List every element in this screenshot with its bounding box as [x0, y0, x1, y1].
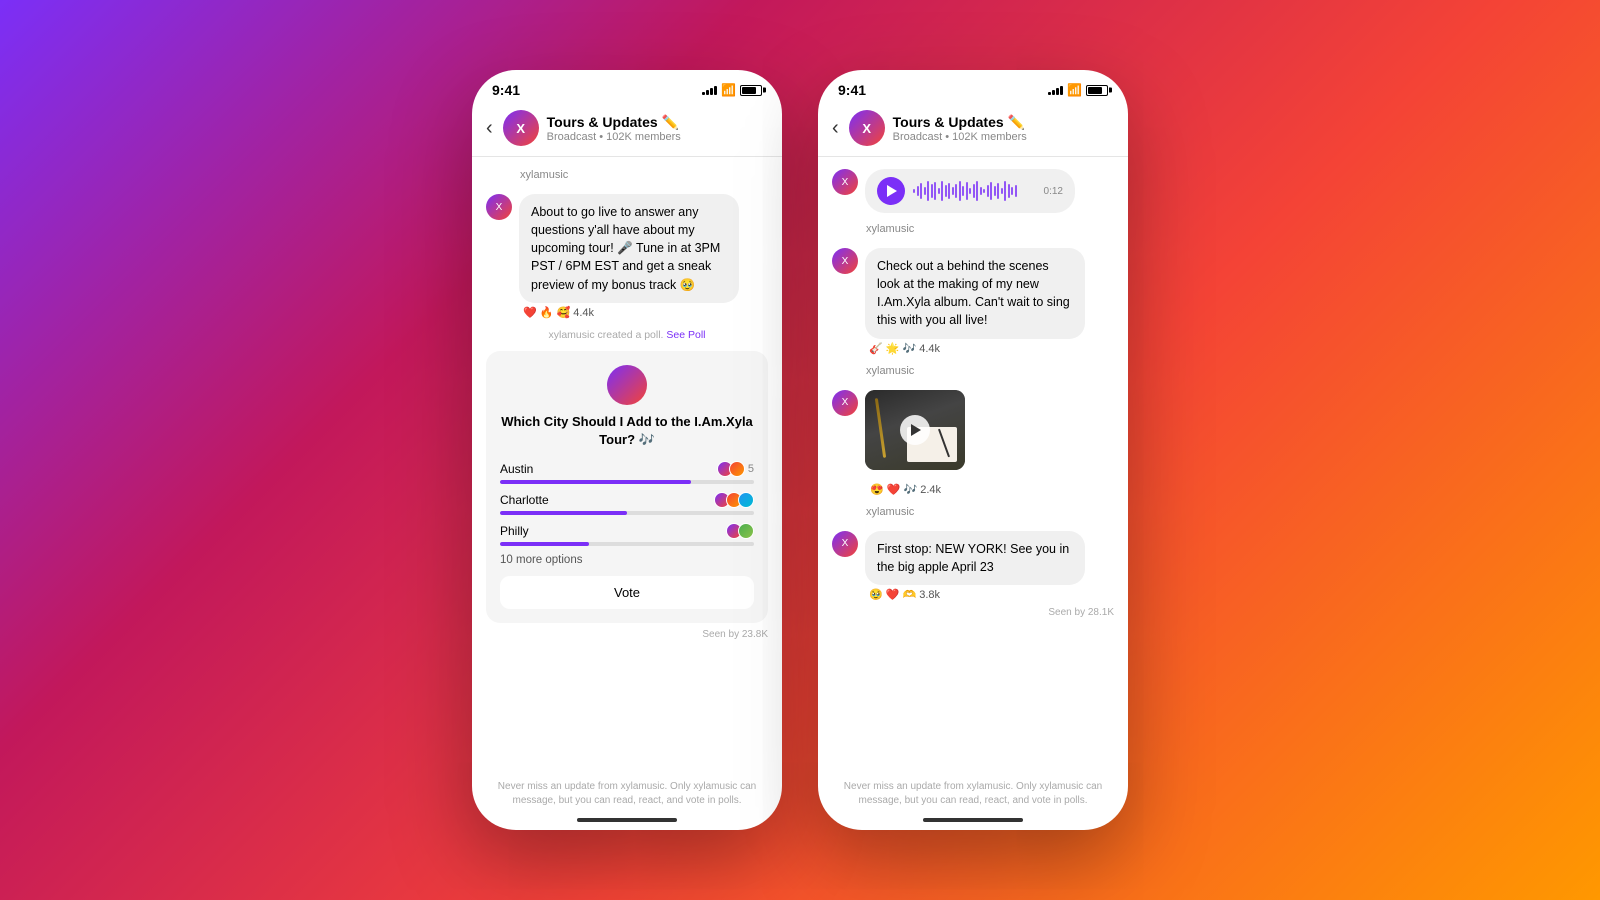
poll-avatar: [607, 365, 647, 405]
signal-icon: [702, 86, 717, 95]
msg-reactions-2[interactable]: 🎸 🌟 🎶 4.4k: [865, 342, 1085, 355]
poll-label-austin: Austin: [500, 462, 533, 476]
msg-content-2: Check out a behind the scenes look at th…: [865, 248, 1085, 355]
messages-area-2: X: [818, 157, 1128, 774]
msg-text-ny: First stop: NEW YORK! See you in the big…: [865, 531, 1085, 585]
msg-avatar-audio: X: [832, 169, 858, 195]
channel-sub-2: Broadcast • 102K members: [893, 131, 1114, 143]
channel-avatar-2: X: [849, 110, 885, 146]
status-bar-1: 9:41 📶: [472, 70, 782, 104]
phone-2: 9:41 📶 ‹ X Tours & Updates ✏️ Broadcast …: [818, 70, 1128, 830]
msg-bubble-1: About to go live to answer any questions…: [519, 194, 739, 319]
status-icons-1: 📶: [702, 83, 762, 97]
poll-more-options: 10 more options: [500, 554, 754, 566]
msg-row-audio: X: [832, 169, 1114, 213]
messages-area-1: xylamusic X About to go live to answer a…: [472, 157, 782, 774]
msg-text-1: About to go live to answer any questions…: [519, 194, 739, 303]
msg-reactions-video[interactable]: 😍 ❤️ 🎶 2.4k: [832, 483, 1114, 496]
phone-1: 9:41 📶 ‹ X Tours & Updates ✏️ Broadcast …: [472, 70, 782, 830]
poll-bar-charlotte: [500, 511, 627, 515]
footer-note-1: Never miss an update from xylamusic. Onl…: [472, 774, 782, 818]
vote-button[interactable]: Vote: [500, 576, 754, 609]
chat-header-2: ‹ X Tours & Updates ✏️ Broadcast • 102K …: [818, 104, 1128, 157]
msg-sender-name-4: xylamusic: [832, 506, 1114, 518]
poll-avatars-austin: [717, 461, 745, 477]
signal-icon-2: [1048, 86, 1063, 95]
msg-avatar-1: X: [486, 194, 512, 220]
msg-reactions-1[interactable]: ❤️ 🔥 🥰 4.4k: [519, 306, 739, 319]
channel-name-2: Tours & Updates ✏️: [893, 114, 1114, 131]
see-poll-link[interactable]: See Poll: [666, 329, 705, 341]
msg-content-ny: First stop: NEW YORK! See you in the big…: [865, 531, 1085, 601]
video-play-overlay[interactable]: [900, 415, 930, 445]
channel-name-1: Tours & Updates ✏️: [547, 114, 768, 131]
video-thumbnail[interactable]: [865, 390, 965, 470]
msg-row-video: X: [832, 390, 1114, 470]
wifi-icon: 📶: [721, 83, 736, 97]
msg-avatar-video: X: [832, 390, 858, 416]
chat-header-1: ‹ X Tours & Updates ✏️ Broadcast • 102K …: [472, 104, 782, 157]
waveform: [913, 180, 1036, 202]
poll-label-charlotte: Charlotte: [500, 493, 549, 507]
poll-question: Which City Should I Add to the I.Am.Xyla…: [500, 413, 754, 449]
msg-avatar-2: X: [832, 248, 858, 274]
audio-duration: 0:12: [1044, 186, 1063, 197]
channel-info-1: Tours & Updates ✏️ Broadcast • 102K memb…: [547, 114, 768, 143]
poll-option-philly: Philly: [500, 523, 754, 546]
status-time-2: 9:41: [838, 82, 866, 98]
msg-text-2: Check out a behind the scenes look at th…: [865, 248, 1085, 339]
channel-avatar-1: X: [503, 110, 539, 146]
back-button-2[interactable]: ‹: [832, 117, 841, 140]
battery-icon-2: [1086, 85, 1108, 96]
poll-card-1: Which City Should I Add to the I.Am.Xyla…: [486, 351, 768, 623]
poll-bar-philly: [500, 542, 589, 546]
seen-label-2: Seen by 28.1K: [832, 607, 1114, 618]
status-time-1: 9:41: [492, 82, 520, 98]
channel-info-2: Tours & Updates ✏️ Broadcast • 102K memb…: [893, 114, 1114, 143]
msg-avatar-ny: X: [832, 531, 858, 557]
poll-bar-austin: [500, 480, 691, 484]
system-msg-1: xylamusic created a poll. See Poll: [486, 329, 768, 341]
poll-label-philly: Philly: [500, 524, 529, 538]
wifi-icon-2: 📶: [1067, 83, 1082, 97]
channel-sub-1: Broadcast • 102K members: [547, 131, 768, 143]
msg-row-ny: X First stop: NEW YORK! See you in the b…: [832, 531, 1114, 601]
play-button[interactable]: [877, 177, 905, 205]
msg-row-2: X Check out a behind the scenes look at …: [832, 248, 1114, 355]
status-icons-2: 📶: [1048, 83, 1108, 97]
poll-option-austin: Austin 5: [500, 461, 754, 484]
seen-label-1: Seen by 23.8K: [486, 629, 768, 640]
poll-count-austin: 5: [748, 463, 754, 475]
msg-sender-name-2: xylamusic: [832, 223, 1114, 235]
poll-option-charlotte: Charlotte: [500, 492, 754, 515]
home-indicator-1: [472, 818, 782, 830]
poll-avatars-philly: [726, 523, 754, 539]
msg-sender-name-3: xylamusic: [832, 365, 1114, 377]
poll-avatars-charlotte: [714, 492, 754, 508]
footer-note-2: Never miss an update from xylamusic. Onl…: [818, 774, 1128, 818]
audio-message[interactable]: 0:12: [865, 169, 1075, 213]
home-indicator-2: [818, 818, 1128, 830]
msg-reactions-ny[interactable]: 🥹 ❤️ 🫶 3.8k: [865, 588, 1085, 601]
status-bar-2: 9:41 📶: [818, 70, 1128, 104]
battery-icon: [740, 85, 762, 96]
back-button-1[interactable]: ‹: [486, 117, 495, 140]
msg-row-1: X About to go live to answer any questio…: [486, 194, 768, 319]
msg-sender-name-1: xylamusic: [486, 169, 768, 181]
